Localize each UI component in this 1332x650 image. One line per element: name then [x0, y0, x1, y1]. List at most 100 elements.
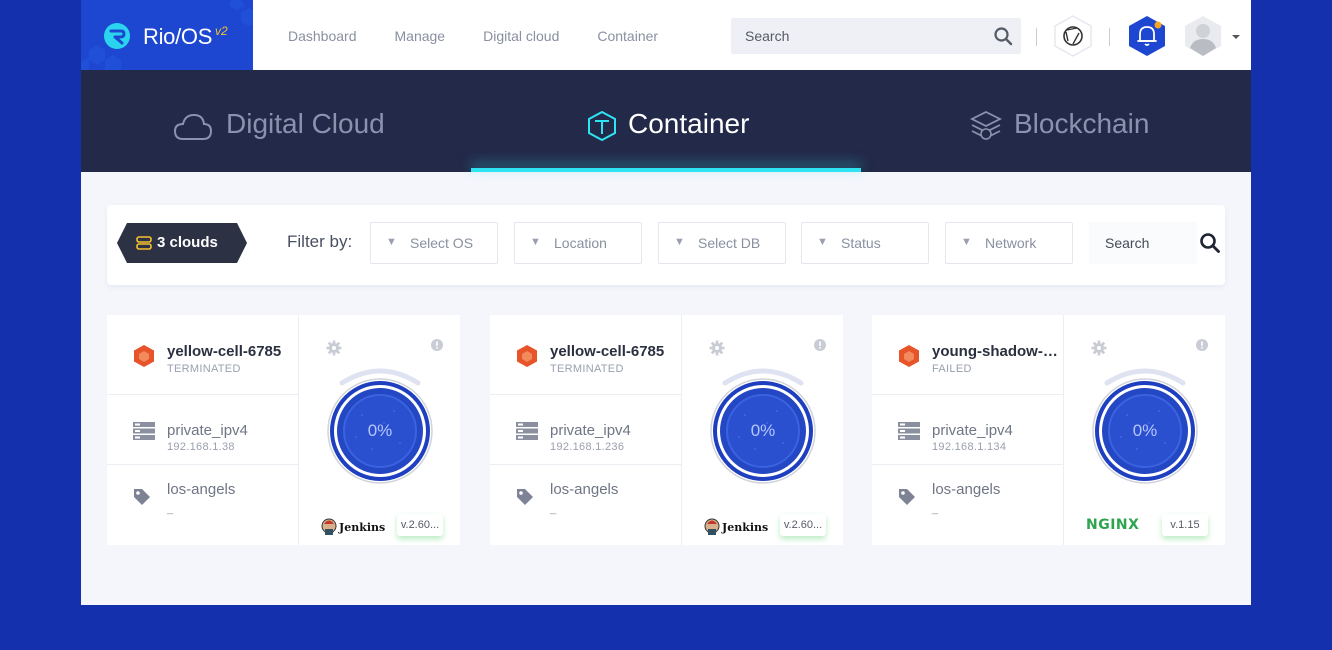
cube-icon [588, 110, 616, 142]
notification-bell-icon[interactable] [1125, 14, 1169, 58]
info-icon[interactable] [431, 339, 443, 351]
select-text: Select OS [410, 235, 474, 251]
info-icon[interactable] [1196, 339, 1208, 351]
progress-gauge: 0% [322, 363, 438, 489]
tag-icon [134, 489, 150, 505]
cloud-count-text: 3 clouds [157, 234, 218, 251]
top-search-input[interactable] [731, 18, 981, 54]
nav-container[interactable]: Container [597, 28, 658, 44]
card-network: private_ipv4 [550, 422, 631, 439]
select-text: Location [554, 235, 607, 251]
gear-icon[interactable] [709, 340, 725, 356]
status-dropdown[interactable]: ▼ Status [801, 222, 929, 264]
card-location-row: los-angels _ [872, 465, 1063, 545]
tab-digital-cloud[interactable]: Digital Cloud [81, 70, 471, 172]
card-name-row: young-shadow-7... FAILED [872, 315, 1063, 395]
card-location: los-angels [167, 481, 236, 498]
select-text: Status [841, 235, 881, 251]
location-dropdown[interactable]: ▼ Location [514, 222, 642, 264]
filter-search-input[interactable] [1089, 222, 1197, 264]
dropdown-arrow-icon: ▼ [674, 236, 685, 248]
card-ip: 192.168.1.38 [167, 441, 235, 453]
nginx-wordmark: NGINX [1086, 517, 1139, 533]
cloud-count-badge: 3 clouds [117, 223, 247, 263]
progress-value: 0% [367, 421, 393, 440]
card-details: yellow-cell-6785 TERMINATED private_ipv4… [107, 315, 298, 545]
card-name: yellow-cell-6785 [550, 343, 665, 360]
container-card[interactable]: young-shadow-7... FAILED private_ipv4 19… [872, 315, 1225, 545]
filter-search [1089, 222, 1197, 264]
card-location: los-angels [550, 481, 619, 498]
app-logo: NGINX [1086, 515, 1150, 537]
select-os-dropdown[interactable]: ▼ Select OS [370, 222, 498, 264]
nav-manage[interactable]: Manage [395, 28, 446, 44]
server-stack-icon [136, 236, 152, 250]
nginx-logo: NGINX [1086, 517, 1139, 533]
dropdown-arrow-icon: ▼ [817, 236, 828, 248]
jenkins-wordmark: Jenkins [721, 521, 768, 534]
card-name-row: yellow-cell-6785 TERMINATED [490, 315, 681, 395]
container-card[interactable]: yellow-cell-6785 TERMINATED private_ipv4… [490, 315, 843, 545]
server-icon [516, 422, 538, 440]
status-hex-icon [134, 345, 154, 367]
card-location-row: los-angels _ [107, 465, 298, 545]
select-text: Network [985, 235, 1037, 251]
server-icon [133, 422, 155, 440]
card-ip: 192.168.1.236 [550, 441, 625, 453]
gear-icon[interactable] [326, 340, 342, 356]
container-card[interactable]: yellow-cell-6785 TERMINATED private_ipv4… [107, 315, 460, 545]
tag-icon [899, 489, 915, 505]
server-icon [898, 422, 920, 440]
nav-dashboard[interactable]: Dashboard [288, 28, 357, 44]
gear-icon[interactable] [1091, 340, 1107, 356]
card-status: TERMINATED [550, 363, 624, 375]
brand-name: Rio/OS [143, 24, 213, 49]
app-logo: Jenkins [321, 515, 385, 537]
brand-logo-area[interactable]: Rio/OS v2 [81, 0, 253, 70]
progress-gauge: 0% [705, 363, 821, 489]
top-search [731, 18, 1021, 54]
product-tabs: Digital Cloud Container Blockchain [81, 70, 1251, 172]
cloud-icon [173, 113, 213, 140]
filter-bar: 3 clouds Filter by: ▼ Select OS ▼ Locati… [107, 205, 1225, 285]
user-avatar[interactable] [1183, 15, 1223, 57]
blockchain-icon [969, 110, 1003, 140]
tab-blockchain[interactable]: Blockchain [861, 70, 1251, 172]
card-name-row: yellow-cell-6785 TERMINATED [107, 315, 298, 395]
status-hex-icon [517, 345, 537, 367]
app-version-badge: v.2.60... [780, 514, 826, 536]
app-logo: Jenkins [704, 515, 768, 537]
progress-value: 0% [750, 421, 776, 440]
top-bar: Rio/OS v2 Dashboard Manage Digital cloud… [81, 0, 1251, 70]
progress-gauge: 0% [1087, 363, 1203, 489]
card-details: young-shadow-7... FAILED private_ipv4 19… [872, 315, 1063, 545]
search-icon[interactable] [993, 26, 1013, 46]
info-icon[interactable] [814, 339, 826, 351]
app-window: Rio/OS v2 Dashboard Manage Digital cloud… [81, 0, 1251, 605]
tag-icon [517, 489, 533, 505]
jenkins-wordmark: Jenkins [338, 521, 385, 534]
card-status: TERMINATED [167, 363, 241, 375]
status-hex-icon [899, 345, 919, 367]
jenkins-logo: Jenkins [321, 518, 385, 535]
card-status: FAILED [932, 363, 972, 375]
card-network: private_ipv4 [167, 422, 248, 439]
card-ip: 192.168.1.134 [932, 441, 1007, 453]
app-version-badge: v.1.15 [1162, 514, 1208, 536]
network-dropdown[interactable]: ▼ Network [945, 222, 1073, 264]
card-network-row: private_ipv4 192.168.1.134 [872, 395, 1063, 465]
tab-container[interactable]: Container [471, 70, 861, 172]
dropdown-arrow-icon: ▼ [530, 236, 541, 248]
search-icon[interactable] [1199, 232, 1221, 254]
card-name: yellow-cell-6785 [167, 343, 282, 360]
nav-digital-cloud[interactable]: Digital cloud [483, 28, 559, 44]
dropdown-arrow-icon: ▼ [961, 236, 972, 248]
select-text: Select DB [698, 235, 761, 251]
main-nav: Dashboard Manage Digital cloud Container [288, 28, 696, 44]
tab-label: Blockchain [1014, 108, 1150, 139]
aperture-icon[interactable] [1051, 14, 1095, 58]
tab-label: Digital Cloud [226, 108, 385, 139]
chevron-down-icon[interactable] [1232, 35, 1240, 39]
card-status-panel: 0% Jenkins v.2.60... [298, 315, 460, 545]
select-db-dropdown[interactable]: ▼ Select DB [658, 222, 786, 264]
